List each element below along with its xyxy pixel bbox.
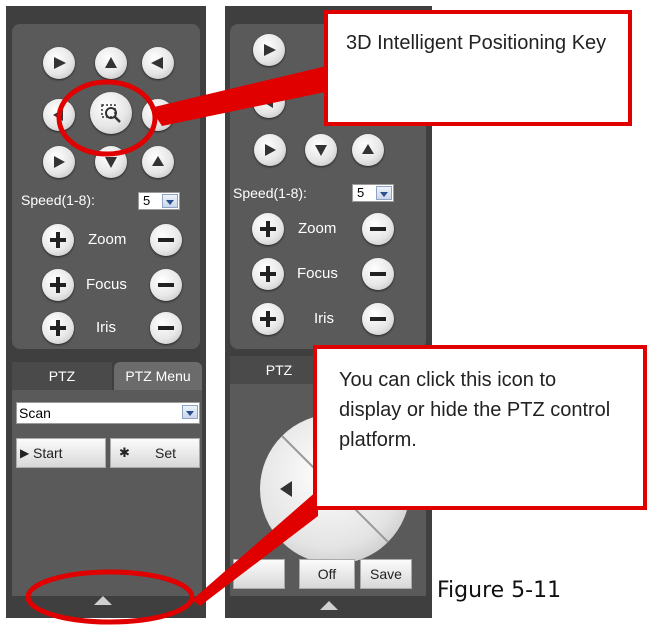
callout-3d-positioning-text: 3D Intelligent Positioning Key [346, 32, 607, 54]
figure-caption: Figure 5-11 [437, 578, 562, 603]
callout-ptz-toggle: You can click this icon to display or hi… [313, 345, 647, 510]
callout-3d-positioning: 3D Intelligent Positioning Key [324, 10, 632, 126]
callout-ptz-toggle-text: You can click this icon to display or hi… [339, 369, 611, 451]
